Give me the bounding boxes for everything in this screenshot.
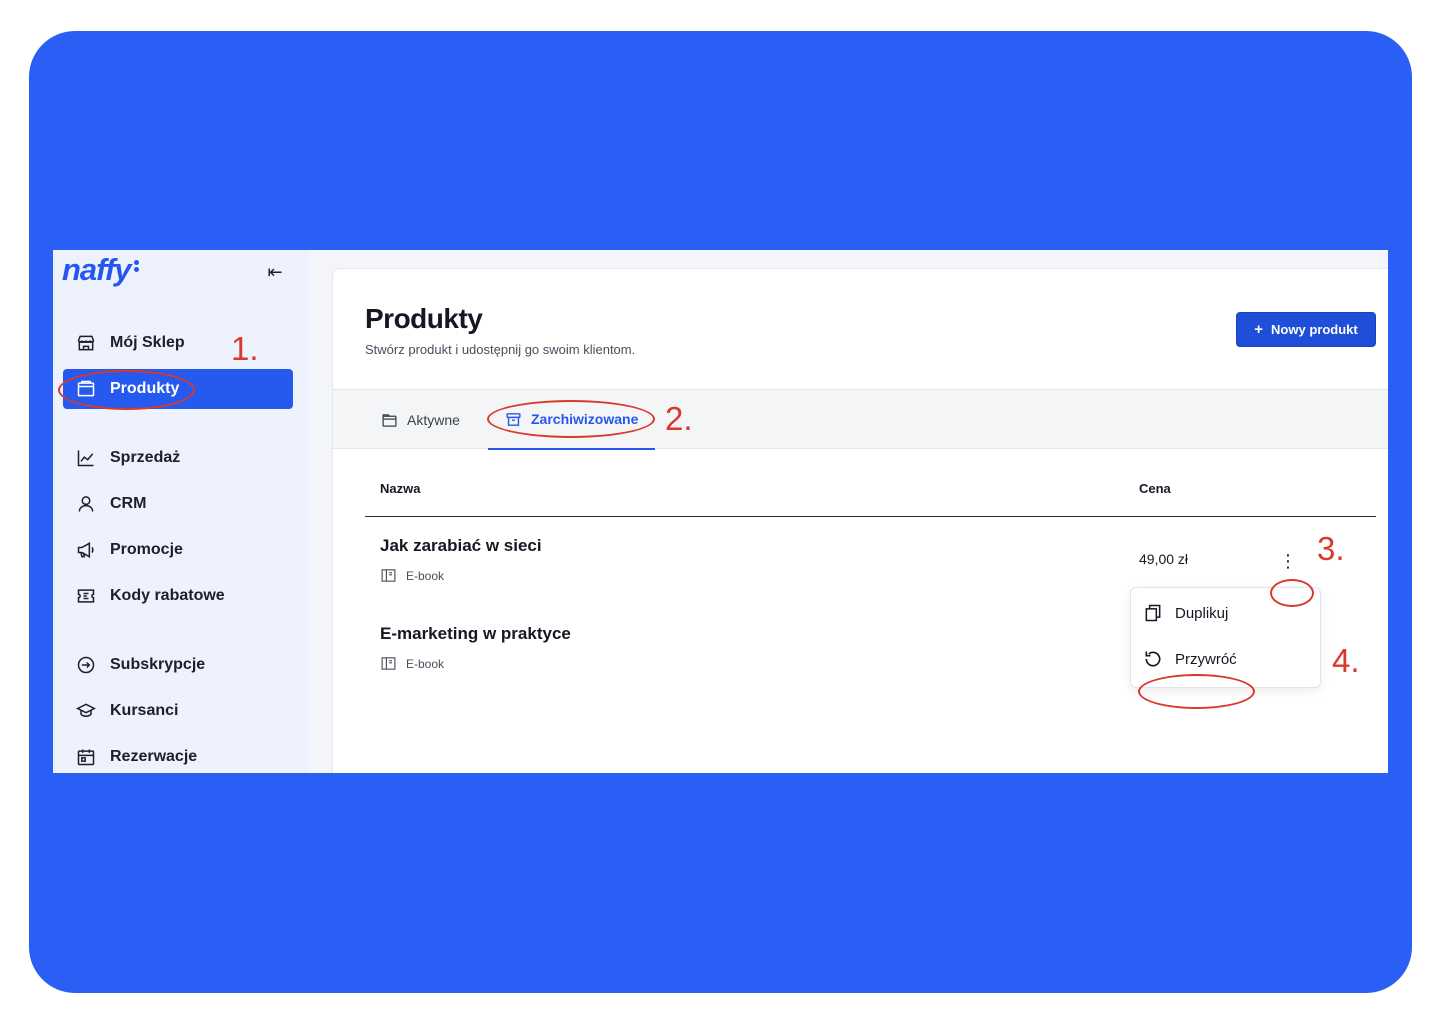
plus-icon: +: [1254, 321, 1264, 338]
table-row-type: E-book: [380, 567, 444, 584]
menu-item-restore[interactable]: Przywróć: [1143, 646, 1237, 672]
chart-line-icon: [77, 450, 94, 467]
tab-zarchiwizowane[interactable]: Zarchiwizowane: [488, 390, 655, 450]
sidebar-item-label: Mój Sklep: [110, 334, 185, 351]
subscription-icon: [77, 656, 95, 674]
table-row-name[interactable]: Jak zarabiać w sieci: [380, 536, 542, 556]
sidebar-item-promocje[interactable]: Promocje: [63, 530, 293, 570]
product-type-label: E-book: [406, 568, 445, 583]
archive-icon: [506, 412, 521, 426]
menu-item-label: Duplikuj: [1175, 604, 1229, 622]
graduation-cap-icon: [76, 703, 96, 717]
logo: naffy: [62, 252, 140, 288]
user-icon: [78, 496, 94, 512]
sidebar-item-label: Kody rabatowe: [110, 587, 225, 604]
table-row-name[interactable]: E-marketing w praktyce: [380, 624, 571, 644]
ticket-icon: [77, 589, 95, 603]
annotation-step-3: 3.: [1317, 530, 1345, 567]
sidebar: naffy ⇤ Mój Sklep Produkty Sprzedaż CRM …: [53, 250, 309, 773]
megaphone-icon: [77, 542, 94, 558]
sidebar-item-subskrypcje[interactable]: Subskrypcje: [63, 645, 293, 685]
sidebar-item-label: Sprzedaż: [110, 449, 181, 466]
main-panel: Produkty Stwórz produkt i udostępnij go …: [332, 268, 1388, 773]
page-subtitle: Stwórz produkt i udostępnij go swoim kli…: [365, 342, 636, 357]
column-header-price: Cena: [1139, 481, 1171, 496]
new-product-label: Nowy produkt: [1271, 322, 1358, 337]
sidebar-item-produkty[interactable]: Produkty: [63, 369, 293, 409]
tab-label: Zarchiwizowane: [531, 411, 639, 427]
calendar-icon: [77, 749, 95, 766]
product-type-label: E-book: [406, 656, 445, 671]
sidebar-item-label: Kursanci: [110, 702, 179, 719]
background-frame: naffy ⇤ Mój Sklep Produkty Sprzedaż CRM …: [29, 31, 1412, 993]
menu-item-duplicate[interactable]: Duplikuj: [1143, 600, 1228, 626]
store-icon: [77, 335, 95, 351]
app-screenshot: naffy ⇤ Mój Sklep Produkty Sprzedaż CRM …: [53, 250, 1388, 773]
logo-dots: [133, 258, 140, 274]
column-header-name: Nazwa: [380, 481, 421, 496]
annotation-step-2: 2.: [665, 400, 693, 437]
context-menu: Duplikuj Przywróć: [1130, 587, 1321, 688]
tab-aktywne[interactable]: Aktywne: [381, 390, 460, 450]
sidebar-item-kursanci[interactable]: Kursanci: [63, 691, 293, 731]
annotation-step-1: 1.: [231, 330, 259, 367]
duplicate-icon: [1145, 604, 1161, 622]
header-divider: [365, 516, 1376, 517]
tab-label: Aktywne: [407, 412, 460, 428]
folder-icon: [77, 380, 95, 397]
menu-item-label: Przywróć: [1175, 650, 1237, 668]
sidebar-item-kody-rabatowe[interactable]: Kody rabatowe: [63, 576, 293, 616]
sidebar-item-sprzedaz[interactable]: Sprzedaż: [63, 438, 293, 478]
sidebar-item-crm[interactable]: CRM: [63, 484, 293, 524]
sidebar-item-label: CRM: [110, 495, 147, 512]
table-row-type: E-book: [380, 655, 444, 672]
table-row-price: 49,00 zł: [1139, 551, 1189, 567]
collapse-left-icon[interactable]: ⇤: [264, 261, 286, 283]
page-title: Produkty: [365, 303, 483, 334]
sidebar-item-rezerwacje[interactable]: Rezerwacje: [63, 737, 293, 773]
restore-icon: [1145, 651, 1161, 667]
sidebar-item-label: Produkty: [110, 380, 180, 397]
sidebar-item-label: Subskrypcje: [110, 656, 206, 673]
sidebar-item-label: Promocje: [110, 541, 183, 558]
ebook-icon: [381, 657, 396, 670]
new-product-button[interactable]: + Nowy produkt: [1236, 312, 1376, 347]
ebook-icon: [381, 569, 396, 582]
tabs-bar: Aktywne Zarchiwizowane: [333, 389, 1388, 450]
annotation-step-4: 4.: [1332, 642, 1360, 679]
logo-text: naffy: [62, 252, 132, 287]
more-options-icon[interactable]: ⋮: [1278, 549, 1298, 573]
folder-icon: [382, 413, 397, 427]
sidebar-item-label: Rezerwacje: [110, 748, 198, 765]
